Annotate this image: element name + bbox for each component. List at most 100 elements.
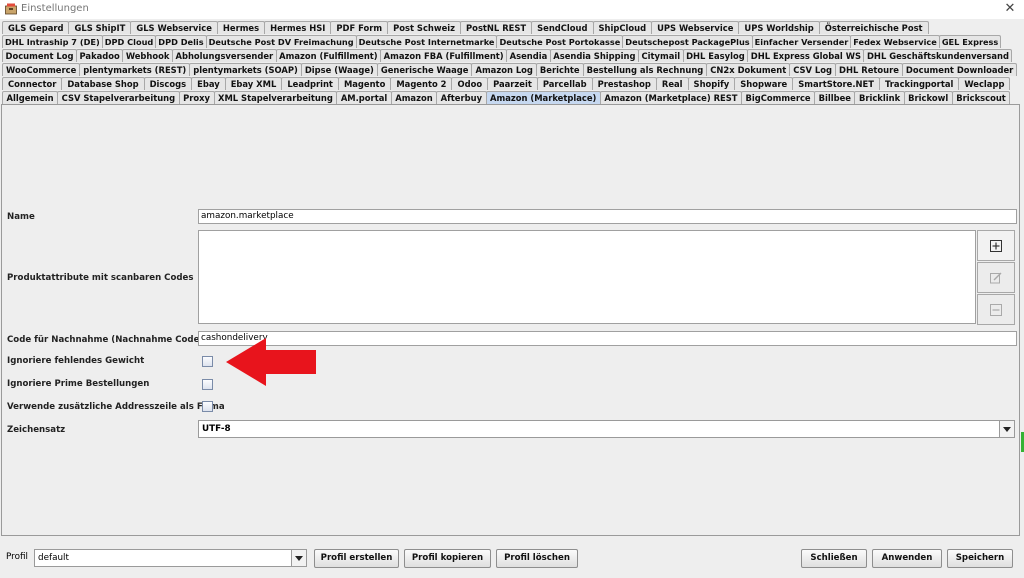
tab-hermes-hsi[interactable]: Hermes HSI	[264, 21, 332, 34]
chevron-down-icon[interactable]	[291, 550, 306, 566]
tab-dpd-cloud[interactable]: DPD Cloud	[101, 35, 157, 48]
tab-amazon-log[interactable]: Amazon Log	[471, 63, 537, 76]
tab-weclapp[interactable]: Weclapp	[958, 77, 1011, 90]
tab-österreichische-post[interactable]: Österreichische Post	[818, 21, 929, 34]
tab-deutschepost-packageplus[interactable]: Deutschepost PackagePlus	[622, 35, 753, 48]
ignore-prime-checkbox[interactable]	[202, 379, 213, 390]
tab-dhl-express-global-ws[interactable]: DHL Express Global WS	[747, 49, 865, 62]
tab-ups-worldship[interactable]: UPS Worldship	[738, 21, 820, 34]
chevron-down-icon[interactable]	[999, 421, 1014, 437]
cod-input[interactable]: cashondelivery	[198, 331, 1017, 346]
tab-citymail[interactable]: Citymail	[637, 49, 684, 62]
tab-database-shop[interactable]: Database Shop	[61, 77, 145, 90]
tab-parcellab[interactable]: Parcellab	[536, 77, 593, 90]
tab-connector[interactable]: Connector	[2, 77, 63, 90]
tab-ebay[interactable]: Ebay	[191, 77, 226, 90]
tab-smartstore-net[interactable]: SmartStore.NET	[792, 77, 880, 90]
tab-post-schweiz[interactable]: Post Schweiz	[387, 21, 462, 34]
tab-proxy[interactable]: Proxy	[178, 91, 215, 104]
cod-label: Code für Nachnahme (Nachnahme Code)	[7, 335, 204, 345]
tab-deutsche-post-dv-freimachung[interactable]: Deutsche Post DV Freimachung	[205, 35, 357, 48]
tab-document-log[interactable]: Document Log	[2, 49, 78, 62]
charset-select[interactable]: UTF-8	[198, 420, 1015, 438]
tab-afterbuy[interactable]: Afterbuy	[436, 91, 487, 104]
edit-attribute-button[interactable]	[977, 262, 1015, 293]
tab-brickscout[interactable]: Brickscout	[951, 91, 1011, 104]
tab-hermes[interactable]: Hermes	[216, 21, 266, 34]
extra-address-checkbox[interactable]	[202, 401, 213, 412]
name-label: Name	[7, 212, 35, 222]
tab-fedex-webservice[interactable]: Fedex Webservice	[850, 35, 940, 48]
tab-shipcloud[interactable]: ShipCloud	[592, 21, 653, 34]
close-button[interactable]: Schließen	[801, 549, 867, 568]
tab-shopify[interactable]: Shopify	[687, 77, 736, 90]
tab-amazon-fba-fulfillment[interactable]: Amazon FBA (Fulfillment)	[380, 49, 508, 62]
close-icon[interactable]: ✕	[1002, 1, 1018, 17]
tab-document-downloader[interactable]: Document Downloader	[901, 63, 1018, 76]
tab-abholungsversender[interactable]: Abholungsversender	[171, 49, 277, 62]
tab-dhl-geschäftskundenversand[interactable]: DHL Geschäftskundenversand	[863, 49, 1013, 62]
add-attribute-button[interactable]	[977, 230, 1015, 261]
tab-webhook[interactable]: Webhook	[122, 49, 173, 62]
tab-allgemein[interactable]: Allgemein	[2, 91, 59, 104]
tab-shopware[interactable]: Shopware	[734, 77, 794, 90]
profile-select[interactable]: default	[34, 549, 307, 567]
tab-bestellung-als-rechnung[interactable]: Bestellung als Rechnung	[582, 63, 708, 76]
tab-dhl-easylog[interactable]: DHL Easylog	[682, 49, 749, 62]
remove-attribute-button[interactable]	[977, 294, 1015, 325]
tab-gls-shipit[interactable]: GLS ShipIT	[68, 21, 132, 34]
tab-dhl-intraship-7-de[interactable]: DHL Intraship 7 (DE)	[2, 35, 103, 48]
save-button[interactable]: Speichern	[947, 549, 1013, 568]
tab-prestashop[interactable]: Prestashop	[591, 77, 657, 90]
tab-odoo[interactable]: Odoo	[451, 77, 489, 90]
tab-trackingportal[interactable]: Trackingportal	[879, 77, 960, 90]
tab-deutsche-post-portokasse[interactable]: Deutsche Post Portokasse	[496, 35, 624, 48]
tab-berichte[interactable]: Berichte	[535, 63, 584, 76]
delete-profile-button[interactable]: Profil löschen	[496, 549, 578, 568]
tab-ups-webservice[interactable]: UPS Webservice	[651, 21, 740, 34]
tab-dhl-retoure[interactable]: DHL Retoure	[835, 63, 903, 76]
tab-postnl-rest[interactable]: PostNL REST	[460, 21, 533, 34]
tab-bricklink[interactable]: Bricklink	[854, 91, 905, 104]
tab-asendia-shipping[interactable]: Asendia Shipping	[549, 49, 639, 62]
tab-csv-stapelverarbeitung[interactable]: CSV Stapelverarbeitung	[57, 91, 180, 104]
tab-billbee[interactable]: Billbee	[814, 91, 856, 104]
tab-gel-express[interactable]: GEL Express	[938, 35, 1002, 48]
tab-amazon-fulfillment[interactable]: Amazon (Fulfillment)	[275, 49, 382, 62]
name-input[interactable]: amazon.marketplace	[198, 209, 1017, 224]
tab-csv-log[interactable]: CSV Log	[789, 63, 837, 76]
tab-plentymarkets-soap[interactable]: plentymarkets (SOAP)	[189, 63, 302, 76]
tab-pdf-form[interactable]: PDF Form	[330, 21, 389, 34]
attributes-list[interactable]	[198, 230, 976, 324]
tab-deutsche-post-internetmarke[interactable]: Deutsche Post Internetmarke	[355, 35, 498, 48]
tab-amazon[interactable]: Amazon	[390, 91, 438, 104]
tab-gls-webservice[interactable]: GLS Webservice	[130, 21, 218, 34]
tab-woocommerce[interactable]: WooCommerce	[2, 63, 81, 76]
tab-einfacher-versender[interactable]: Einfacher Versender	[751, 35, 852, 48]
tab-real[interactable]: Real	[655, 77, 689, 90]
tab-am-portal[interactable]: AM.portal	[336, 91, 392, 104]
tab-xml-stapelverarbeitung[interactable]: XML Stapelverarbeitung	[213, 91, 338, 104]
tab-dipse-waage[interactable]: Dipse (Waage)	[300, 63, 378, 76]
tab-generische-waage[interactable]: Generische Waage	[376, 63, 473, 76]
tab-amazon-marketplace-rest[interactable]: Amazon (Marketplace) REST	[599, 91, 743, 104]
tab-ebay-xml[interactable]: Ebay XML	[224, 77, 283, 90]
tab-plentymarkets-rest[interactable]: plentymarkets (REST)	[79, 63, 191, 76]
tab-pakadoo[interactable]: Pakadoo	[76, 49, 124, 62]
tab-brickowl[interactable]: Brickowl	[903, 91, 953, 104]
ignore-weight-checkbox[interactable]	[202, 356, 213, 367]
tab-gls-gepard[interactable]: GLS Gepard	[2, 21, 70, 34]
tab-cn2x-dokument[interactable]: CN2x Dokument	[706, 63, 791, 76]
tab-dpd-delis[interactable]: DPD Delis	[155, 35, 207, 48]
copy-profile-button[interactable]: Profil kopieren	[404, 549, 491, 568]
apply-button[interactable]: Anwenden	[872, 549, 942, 568]
tab-sendcloud[interactable]: SendCloud	[531, 21, 594, 34]
tab-bigcommerce[interactable]: BigCommerce	[741, 91, 816, 104]
tab-magento[interactable]: Magento	[337, 77, 392, 90]
tab-paarzeit[interactable]: Paarzeit	[487, 77, 538, 90]
create-profile-button[interactable]: Profil erstellen	[314, 549, 399, 568]
tab-discogs[interactable]: Discogs	[143, 77, 193, 90]
tab-asendia[interactable]: Asendia	[506, 49, 551, 62]
tab-magento-2[interactable]: Magento 2	[390, 77, 453, 90]
tab-leadprint[interactable]: Leadprint	[281, 77, 339, 90]
